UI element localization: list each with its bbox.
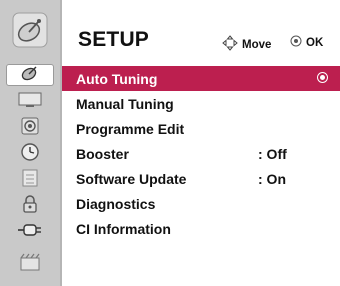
software-update-value: : On — [258, 170, 286, 187]
menu-item-diagnostics[interactable]: Diagnostics — [62, 191, 340, 216]
move-hint: Move — [222, 35, 271, 54]
menu-item-booster[interactable]: Booster : Off — [62, 141, 340, 166]
menu-item-label: Diagnostics — [76, 195, 156, 212]
setup-category-icon — [6, 6, 54, 54]
sidebar-item-picture[interactable] — [6, 91, 54, 113]
move-hint-label: Move — [242, 38, 272, 51]
menu-item-manual-tuning[interactable]: Manual Tuning — [62, 91, 340, 116]
menu-item-programme-edit[interactable]: Programme Edit — [62, 116, 340, 141]
ok-hint: OK — [290, 35, 323, 50]
page-title: SETUP — [78, 28, 150, 51]
setup-menu-list: Auto Tuning Manual Tuning Programme Edit… — [62, 66, 340, 241]
sidebar-item-time[interactable] — [6, 142, 54, 167]
padlock-icon — [21, 194, 39, 219]
ok-hint-label: OK — [306, 36, 324, 49]
lock-icon — [20, 168, 40, 193]
sidebar-item-option[interactable] — [6, 169, 54, 191]
menu-item-label: Booster — [76, 145, 129, 162]
ok-button-icon — [290, 35, 302, 50]
sidebar-item-setup[interactable] — [6, 64, 54, 86]
speaker-icon — [20, 117, 40, 140]
booster-value: : Off — [258, 145, 287, 162]
menu-item-ci-information[interactable]: CI Information — [62, 216, 340, 241]
menu-item-label: Manual Tuning — [76, 95, 174, 112]
plug-icon — [17, 222, 43, 243]
menu-item-label: Auto Tuning — [76, 70, 158, 87]
clock-icon — [20, 142, 40, 167]
category-sidebar — [0, 0, 62, 286]
sidebar-item-lock[interactable] — [6, 194, 54, 219]
menu-item-label: Programme Edit — [76, 120, 185, 137]
tv-screen-icon — [18, 92, 42, 113]
menu-item-software-update[interactable]: Software Update : On — [62, 166, 340, 191]
film-icon — [19, 253, 41, 276]
sidebar-item-media[interactable] — [6, 253, 54, 275]
setup-screen: SETUP Move OK Auto Tuning Manual Tuning … — [0, 0, 340, 286]
sidebar-item-audio[interactable] — [6, 117, 54, 139]
selected-radio-icon — [317, 72, 328, 83]
satellite-dish-icon — [19, 64, 41, 87]
menu-item-label: CI Information — [76, 220, 171, 237]
menu-item-label: Software Update — [76, 170, 187, 187]
sidebar-item-input[interactable] — [6, 221, 54, 243]
menu-item-auto-tuning[interactable]: Auto Tuning — [62, 66, 340, 91]
navigate-arrows-icon — [222, 35, 238, 54]
